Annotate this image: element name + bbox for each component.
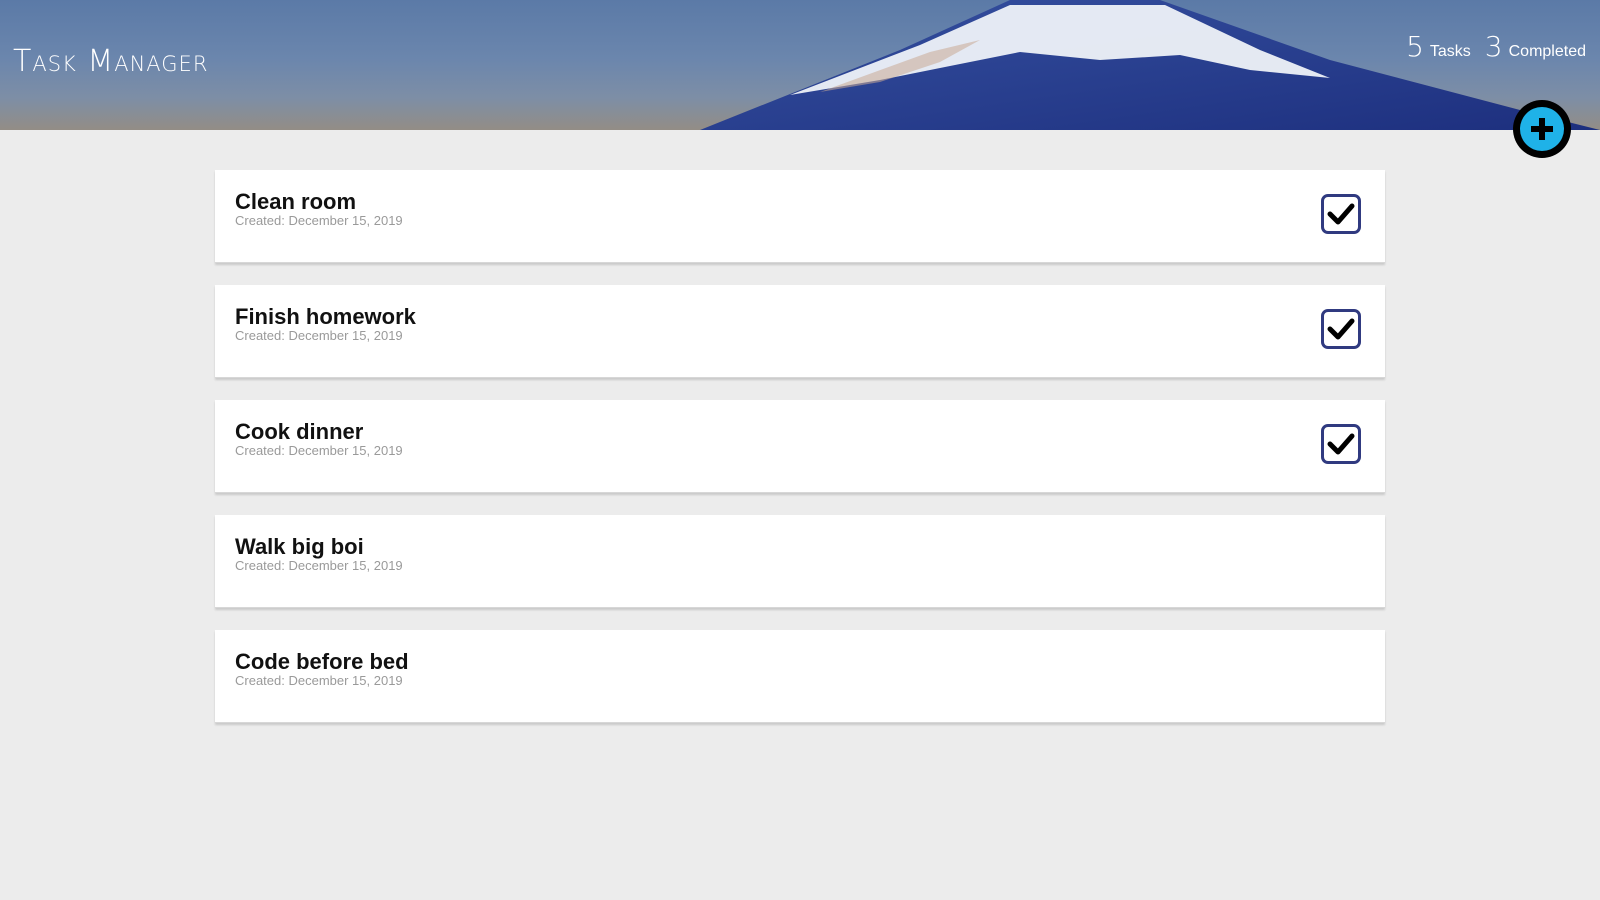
- task-list: Clean room Created: December 15, 2019 Fi…: [215, 170, 1385, 745]
- task-count-label: Tasks: [1429, 43, 1471, 60]
- header-banner: Task Manager 5 Tasks 3 Completed: [0, 0, 1600, 130]
- app-title: Task Manager: [13, 44, 209, 79]
- task-created-date: Created: December 15, 2019: [235, 673, 403, 688]
- checkmark-icon: [1327, 433, 1355, 455]
- task-card[interactable]: Finish homework Created: December 15, 20…: [215, 285, 1385, 378]
- task-checkbox[interactable]: [1321, 194, 1361, 234]
- task-stats: 5 Tasks 3 Completed: [1406, 30, 1586, 63]
- task-card[interactable]: Clean room Created: December 15, 2019: [215, 170, 1385, 263]
- task-created-date: Created: December 15, 2019: [235, 558, 403, 573]
- checkmark-icon: [1327, 203, 1355, 225]
- task-card[interactable]: Walk big boi Created: December 15, 2019: [215, 515, 1385, 608]
- task-title: Code before bed: [235, 649, 409, 674]
- task-title: Walk big boi: [235, 534, 364, 559]
- task-created-date: Created: December 15, 2019: [235, 213, 403, 228]
- task-checkbox[interactable]: [1321, 424, 1361, 464]
- task-count-stat: 5 Tasks: [1406, 30, 1471, 63]
- task-card[interactable]: Cook dinner Created: December 15, 2019: [215, 400, 1385, 493]
- task-created-date: Created: December 15, 2019: [235, 328, 403, 343]
- completed-count-label: Completed: [1508, 43, 1586, 60]
- task-count: 5: [1406, 30, 1424, 63]
- completed-count: 3: [1484, 30, 1503, 63]
- task-title: Clean room: [235, 189, 357, 214]
- add-task-button[interactable]: [1513, 100, 1571, 158]
- task-checkbox[interactable]: [1321, 309, 1361, 349]
- plus-circle-icon: [1520, 107, 1564, 151]
- checkmark-icon: [1327, 318, 1355, 340]
- task-created-date: Created: December 15, 2019: [235, 443, 403, 458]
- completed-count-stat: 3 Completed: [1485, 30, 1586, 63]
- task-card[interactable]: Code before bed Created: December 15, 20…: [215, 630, 1385, 723]
- task-title: Cook dinner: [235, 419, 364, 444]
- task-title: Finish homework: [235, 304, 416, 329]
- mountain-image: [700, 0, 1600, 130]
